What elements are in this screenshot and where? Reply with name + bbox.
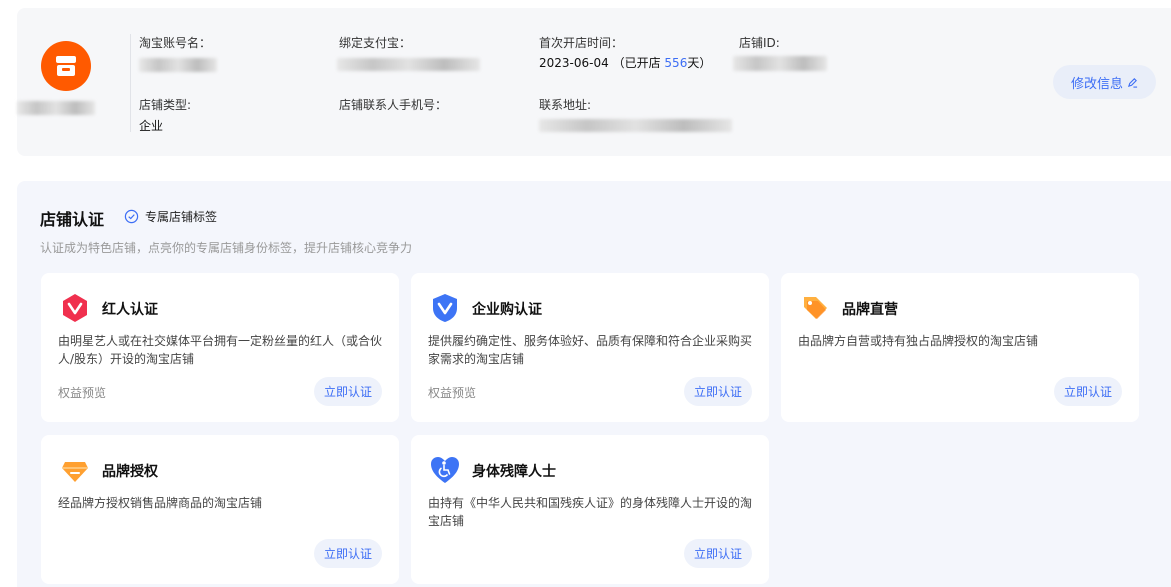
open-days: 556 bbox=[664, 56, 688, 70]
cert-card-enterprise: 企业购认证 提供履约确定性、服务体验好、品质有保障和符合企业采购买家需求的淘宝店… bbox=[411, 273, 769, 422]
cert-card-disability: 身体残障人士 由持有《中华人民共和国残疾人证》的身体残障人士开设的淘宝店铺 立即… bbox=[411, 435, 769, 584]
open-time-label: 首次开店时间： bbox=[539, 36, 624, 50]
cert-card-brand-authorized: 品牌授权 经品牌方授权销售品牌商品的淘宝店铺 立即认证 bbox=[41, 435, 399, 584]
open-date: 2023-06-04 bbox=[539, 56, 609, 70]
brand-tag-icon bbox=[804, 297, 827, 319]
account-value-redacted bbox=[139, 58, 217, 72]
brand-gem-icon bbox=[62, 462, 88, 482]
contact-phone-label: 店铺联系人手机号： bbox=[339, 98, 448, 112]
card-title: 企业购认证 bbox=[472, 302, 542, 318]
exclusive-tag-label: 专属店铺标签 bbox=[145, 210, 218, 224]
account-label: 淘宝账号名： bbox=[139, 36, 212, 50]
shop-type-label: 店铺类型: bbox=[139, 98, 192, 112]
card-description: 由持有《中华人民共和国残疾人证》的身体残障人士开设的淘宝店铺 bbox=[428, 496, 753, 528]
shop-logo bbox=[41, 41, 91, 91]
certify-button[interactable]: 立即认证 bbox=[684, 539, 752, 568]
card-description: 由明星艺人或在社交媒体平台拥有一定粉丝量的红人（或合伙人/股东）开设的淘宝店铺 bbox=[58, 334, 383, 366]
exclusive-tag: 专属店铺标签 bbox=[124, 208, 217, 225]
alipay-value-redacted bbox=[337, 58, 480, 71]
benefits-preview-link[interactable]: 权益预览 bbox=[428, 384, 476, 401]
benefits-preview-link[interactable]: 权益预览 bbox=[58, 384, 106, 401]
enterprise-shield-icon bbox=[433, 294, 457, 322]
accessibility-heart-icon bbox=[431, 457, 459, 483]
cert-card-brand-direct: 品牌直营 由品牌方自营或持有独占品牌授权的淘宝店铺 立即认证 bbox=[781, 273, 1139, 422]
card-description: 由品牌方自营或持有独占品牌授权的淘宝店铺 bbox=[798, 334, 1039, 348]
card-title: 红人认证 bbox=[102, 302, 158, 318]
address-label: 联系地址: bbox=[539, 98, 592, 112]
address-value-redacted bbox=[539, 119, 732, 132]
shop-id-label: 店铺ID: bbox=[739, 36, 780, 50]
card-title: 品牌直营 bbox=[842, 302, 898, 318]
certification-title: 店铺认证 bbox=[40, 210, 105, 229]
shop-name-redacted bbox=[17, 101, 95, 115]
certification-panel: 店铺认证 专属店铺标签 认证成为特色店铺，点亮你的专属店铺身份标签，提升店铺核心… bbox=[17, 181, 1171, 587]
shop-icon bbox=[56, 56, 76, 76]
pencil-icon bbox=[1127, 77, 1138, 88]
cert-card-influencer: 红人认证 由明星艺人或在社交媒体平台拥有一定粉丝量的红人（或合伙人/股东）开设的… bbox=[41, 273, 399, 422]
card-description: 提供履约确定性、服务体验好、品质有保障和符合企业采购买家需求的淘宝店铺 bbox=[428, 334, 753, 366]
edit-info-label: 修改信息 bbox=[1070, 76, 1123, 92]
card-title: 品牌授权 bbox=[102, 464, 158, 480]
certify-button[interactable]: 立即认证 bbox=[314, 377, 382, 406]
shop-info-card: 淘宝账号名： 绑定支付宝： 首次开店时间： 2023-06-04 （已开店 55… bbox=[17, 8, 1171, 156]
open-time-value: 2023-06-04 （已开店 556天） bbox=[539, 54, 711, 71]
open-prefix: （已开店 bbox=[612, 56, 661, 70]
card-title: 身体残障人士 bbox=[472, 464, 556, 480]
alipay-label: 绑定支付宝： bbox=[339, 36, 412, 50]
certify-button[interactable]: 立即认证 bbox=[684, 377, 752, 406]
check-circle-icon bbox=[124, 209, 139, 224]
certification-subtitle: 认证成为特色店铺，点亮你的专属店铺身份标签，提升店铺核心竞争力 bbox=[40, 241, 413, 255]
certify-button[interactable]: 立即认证 bbox=[1054, 377, 1122, 406]
influencer-v-icon bbox=[63, 294, 87, 322]
shop-id-redacted bbox=[733, 56, 827, 71]
certify-button[interactable]: 立即认证 bbox=[314, 539, 382, 568]
open-suffix: 天） bbox=[687, 56, 712, 70]
edit-info-button[interactable]: 修改信息 bbox=[1053, 65, 1156, 99]
card-description: 经品牌方授权销售品牌商品的淘宝店铺 bbox=[58, 496, 263, 510]
shop-type-value: 企业 bbox=[139, 119, 164, 133]
divider bbox=[130, 34, 131, 132]
